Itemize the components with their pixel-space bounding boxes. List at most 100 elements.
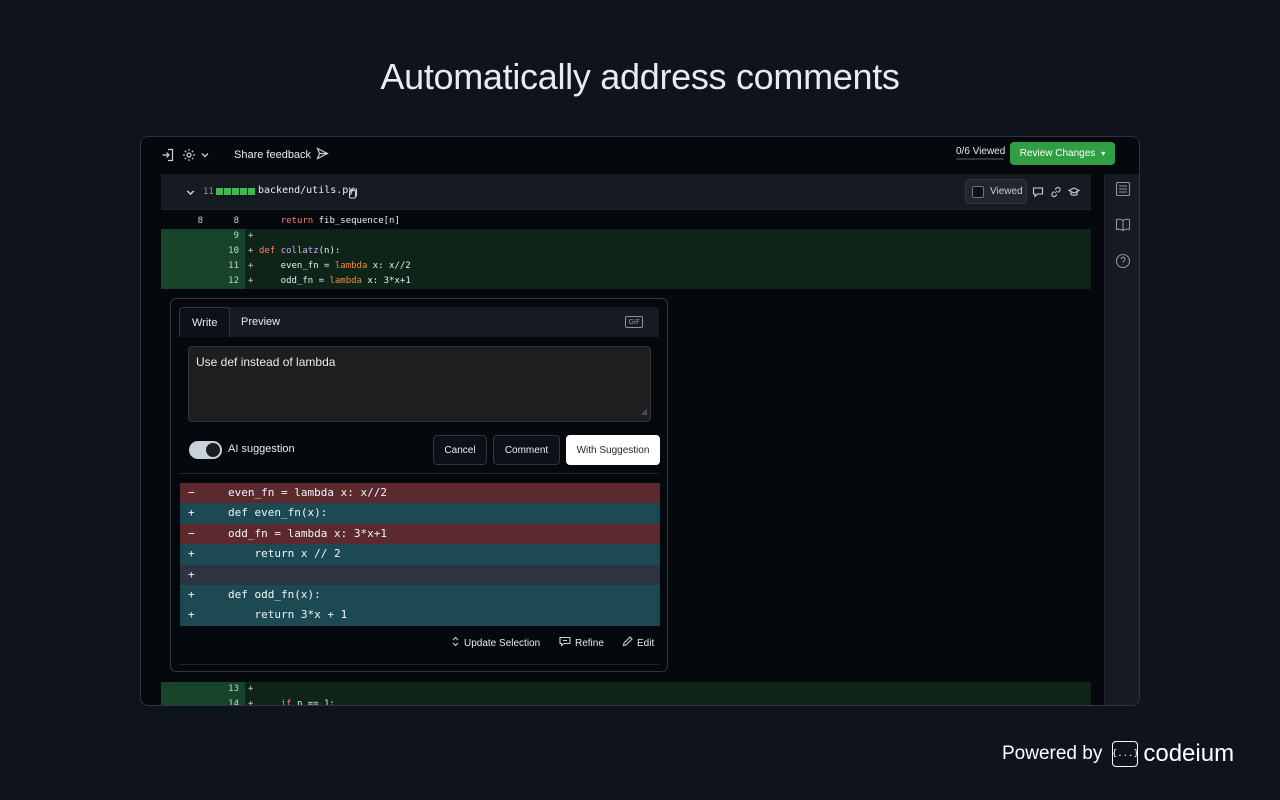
code-line[interactable]: 14 + if n == 1: (161, 697, 1091, 706)
diff-sign: − (188, 526, 195, 540)
suggestion-line: + def even_fn(x): (180, 503, 660, 524)
code-line[interactable]: 13 + (161, 682, 1091, 697)
update-selection-label: Update Selection (464, 637, 541, 649)
resize-handle-icon[interactable] (641, 405, 648, 419)
file-header: 11 backend/utils.py Viewed (161, 174, 1091, 210)
collapse-chevron-icon[interactable] (185, 185, 196, 203)
code-text: def collatz(n): (259, 246, 341, 256)
checkbox-icon (972, 185, 984, 198)
file-path[interactable]: backend/utils.py (258, 185, 354, 196)
cancel-button[interactable]: Cancel (433, 435, 487, 465)
codeium-logo-icon: {...} (1112, 741, 1139, 767)
codeium-brand: codeium (1143, 740, 1235, 767)
pencil-icon (622, 636, 633, 650)
new-line-number: 11 (228, 261, 239, 271)
diff-sign: + (188, 608, 195, 622)
suggestion-line: + return x // 2 (180, 544, 660, 565)
edit-label: Edit (637, 637, 655, 649)
tab-write[interactable]: Write (179, 307, 231, 337)
divider (179, 473, 659, 474)
suggestion-diff: − even_fn = lambda x: x//2 + def even_fn(x)… (180, 483, 660, 626)
suggestion-line: − odd_fn = lambda x: 3*x+1 (180, 523, 660, 545)
comment-button[interactable]: Comment (493, 435, 560, 465)
comment-text: Use def instead of lambda (196, 355, 336, 369)
code-line[interactable]: 10 + def collatz(n): (161, 244, 1091, 259)
code-line[interactable]: 12 + odd_fn = lambda x: 3*x+1 (161, 274, 1091, 289)
diff-sign: + (188, 547, 195, 561)
suggestion-code: def odd_fn(x): (228, 587, 321, 601)
comment-input[interactable]: Use def instead of lambda (188, 346, 651, 422)
new-line-number: 10 (228, 246, 239, 256)
tab-preview[interactable]: Preview (229, 307, 292, 337)
comment-icon[interactable] (1032, 185, 1044, 203)
diff-sign: + (248, 699, 254, 706)
toggle-knob (206, 443, 220, 457)
suggestion-code: even_fn = lambda x: x//2 (228, 486, 387, 499)
new-line-number: 12 (228, 276, 239, 286)
powered-by-label: Powered by (1002, 743, 1103, 764)
diff-panel: 11 backend/utils.py Viewed 8 8 return fib… (161, 174, 1091, 706)
chevron-down-icon[interactable] (197, 147, 213, 163)
new-line-number: 8 (233, 216, 239, 226)
suggestion-code: return 3*x + 1 (228, 608, 348, 622)
diff-sign: + (188, 506, 195, 520)
divider (179, 664, 659, 665)
code-text: even_fn = lambda x: x//2 (259, 261, 411, 271)
share-feedback-label: Share feedback (234, 149, 312, 161)
help-icon[interactable] (1115, 253, 1131, 269)
ai-suggestion-toggle[interactable] (189, 441, 222, 459)
update-selection-button[interactable]: Update Selection (451, 636, 540, 650)
ai-suggestion-label: AI suggestion (228, 443, 295, 455)
diff-sign: − (188, 486, 195, 499)
suggestion-line: + def odd_fn(x): (180, 584, 660, 606)
graduation-cap-icon[interactable] (1067, 185, 1081, 203)
diff-sign: + (248, 231, 254, 241)
new-line-number: 13 (228, 684, 239, 694)
powered-by: Powered by {...} codeium (1002, 740, 1234, 768)
refine-label: Refine (575, 637, 604, 649)
review-changes-button[interactable]: Review Changes ▾ (1010, 142, 1115, 165)
with-suggestion-button[interactable]: With Suggestion (566, 435, 660, 465)
code-text: if n == 1: (280, 699, 335, 706)
gif-icon[interactable]: GIF (625, 316, 643, 328)
sign-in-icon[interactable] (160, 147, 176, 163)
diff-sign: + (188, 587, 195, 601)
suggestion-code: return x // 2 (228, 547, 341, 561)
viewed-count: 0/6 Viewed (956, 146, 1006, 157)
comment-editor: Write Preview GIF Use def instead of lam… (170, 298, 668, 672)
file-actions (1032, 185, 1081, 203)
review-changes-label: Review Changes (1019, 148, 1096, 159)
code-lines-bottom: 13 +14 + if n == 1: (161, 682, 1091, 706)
code-line[interactable]: 11 + even_fn = lambda x: x//2 (161, 259, 1091, 274)
code-text: return fib_sequence[n] (280, 216, 400, 226)
viewed-checkbox[interactable]: Viewed (965, 179, 1027, 204)
comment-tabs: Write Preview GIF (179, 307, 659, 337)
refine-button[interactable]: Refine (559, 636, 604, 650)
share-feedback-button[interactable]: Share feedback (234, 147, 329, 163)
send-icon (316, 147, 329, 163)
gear-icon[interactable] (181, 147, 197, 163)
diff-sign: + (188, 567, 195, 581)
headline: Automatically address comments (380, 56, 900, 97)
viewed-progress-bar (956, 158, 1004, 160)
link-icon[interactable] (1050, 185, 1062, 203)
edit-button[interactable]: Edit (622, 636, 654, 650)
app-window: Share feedback 0/6 Viewed Review Changes… (140, 136, 1140, 706)
changed-lines-count: 11 (203, 187, 214, 197)
diff-sign: + (248, 261, 254, 271)
suggestion-code: def even_fn(x): (228, 506, 328, 520)
suggestion-code: odd_fn = lambda x: 3*x+1 (228, 526, 387, 540)
diff-sign: + (248, 684, 254, 694)
copy-icon[interactable] (348, 186, 358, 204)
book-icon[interactable] (1115, 217, 1131, 233)
new-line-number: 14 (228, 699, 239, 706)
minimap-icon[interactable] (1115, 181, 1131, 197)
suggestion-line: − even_fn = lambda x: x//2 (180, 483, 660, 504)
code-line[interactable]: 8 8 return fib_sequence[n] (161, 214, 1091, 229)
caret-down-icon: ▾ (1101, 149, 1106, 158)
code-line[interactable]: 9 + (161, 229, 1091, 244)
refine-icon (559, 636, 571, 650)
right-rail (1104, 174, 1139, 705)
chevron-up-down-icon (451, 636, 460, 650)
scrollbar[interactable] (1091, 174, 1104, 705)
